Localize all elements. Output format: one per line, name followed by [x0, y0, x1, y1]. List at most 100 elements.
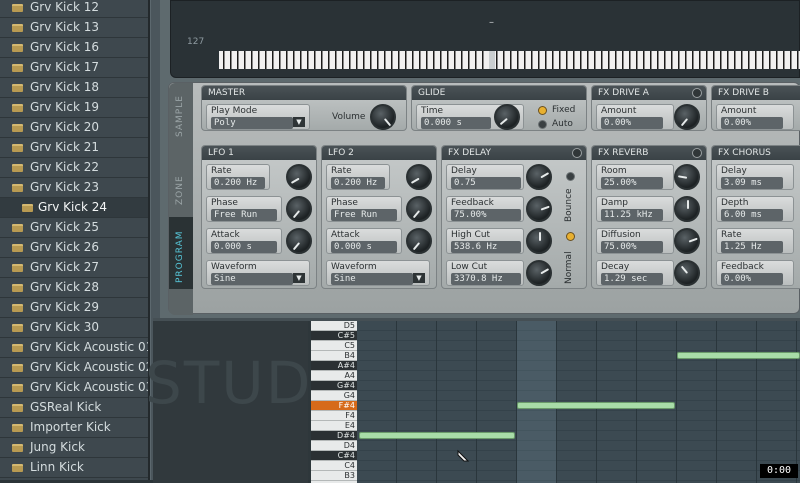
play-mode-box[interactable]: Play Mode Poly ▼	[206, 104, 310, 130]
piano-key[interactable]: B4	[311, 351, 357, 361]
diffusion-box[interactable]: Diffusion 75.00%	[596, 228, 674, 254]
browser-item[interactable]: Linn Kick	[0, 458, 148, 478]
lfo1-waveform-value[interactable]: Sine	[211, 273, 293, 285]
chorus-depth-box[interactable]: Depth 6.00 ms	[716, 196, 794, 222]
auto-radio[interactable]	[538, 120, 547, 129]
browser-item[interactable]: Grv Kick 29	[0, 298, 148, 318]
damp-knob[interactable]	[674, 196, 700, 222]
browser-item[interactable]: Grv Kick 27	[0, 258, 148, 278]
browser-item[interactable]: Grv Kick 24	[0, 198, 148, 218]
tab-program[interactable]: PROGRAM	[169, 217, 193, 289]
chorus-feedback-value[interactable]: 0.00%	[721, 273, 783, 285]
piano-key[interactable]: D4	[311, 441, 357, 451]
drive-b-amount-box[interactable]: Amount 0.00%	[716, 104, 794, 130]
browser-item[interactable]: Grv Kick 23	[0, 178, 148, 198]
lfo1-phase-box[interactable]: Phase Free Run	[206, 196, 282, 222]
browser-item[interactable]: Grv Kick Acoustic 02	[0, 358, 148, 378]
drive-a-amount-value[interactable]: 0.00%	[601, 117, 663, 129]
diffusion-knob[interactable]	[674, 228, 700, 254]
piano-key[interactable]: D5	[311, 321, 357, 331]
piano-key[interactable]: C#4	[311, 451, 357, 461]
chorus-delay-box[interactable]: Delay 3.09 ms	[716, 164, 794, 190]
browser-item[interactable]: Grv Kick 20	[0, 118, 148, 138]
decay-value[interactable]: 1.29 sec	[601, 273, 663, 285]
highcut-knob[interactable]	[526, 228, 552, 254]
normal-radio[interactable]	[566, 232, 575, 241]
lfo2-attack-value[interactable]: 0.000 s	[331, 241, 397, 253]
power-icon[interactable]	[692, 148, 702, 158]
delay-box[interactable]: Delay 0.75	[446, 164, 524, 190]
lowcut-box[interactable]: Low Cut 3370.8 Hz	[446, 260, 524, 286]
highcut-value[interactable]: 538.6 Hz	[451, 241, 521, 253]
lfo2-attack-knob[interactable]	[406, 228, 432, 254]
play-mode-value[interactable]: Poly	[211, 117, 293, 129]
chevron-down-icon[interactable]: ▼	[293, 273, 305, 283]
drive-a-amount-box[interactable]: Amount 0.00%	[596, 104, 674, 130]
lfo1-rate-box[interactable]: Rate 0.200 Hz	[206, 164, 270, 190]
delay-feedback-box[interactable]: Feedback 75.00%	[446, 196, 524, 222]
chevron-down-icon[interactable]: ▼	[413, 273, 425, 283]
piano-key[interactable]: C4	[311, 461, 357, 471]
file-browser[interactable]: Grv Kick 12 Grv Kick 13 Grv Kick 16 Grv Kic…	[0, 0, 150, 480]
piano-key[interactable]: G#4	[311, 381, 357, 391]
lfo2-phase-box[interactable]: Phase Free Run	[326, 196, 402, 222]
piano-key[interactable]: D#4	[311, 431, 357, 441]
lfo1-rate-knob[interactable]	[286, 164, 312, 190]
chorus-feedback-box[interactable]: Feedback 0.00%	[716, 260, 794, 286]
chorus-depth-value[interactable]: 6.00 ms	[721, 209, 783, 221]
browser-item[interactable]: Grv Kick 17	[0, 58, 148, 78]
lfo1-phase-value[interactable]: Free Run	[211, 209, 277, 221]
note-d#4[interactable]	[359, 432, 515, 439]
piano-roll-keys[interactable]: D5 C#5 C5 B4 A#4 A4 G#4 G4 F#4 F4 E4 D#4 D4 C#4 C4 B3	[311, 321, 357, 483]
lowcut-value[interactable]: 3370.8 Hz	[451, 273, 521, 285]
note-b4[interactable]	[677, 352, 800, 359]
lfo2-rate-box[interactable]: Rate 0.200 Hz	[326, 164, 390, 190]
lfo1-attack-value[interactable]: 0.000 s	[211, 241, 277, 253]
drive-b-amount-value[interactable]: 0.00%	[721, 117, 783, 129]
note-f#4[interactable]	[517, 402, 675, 409]
delay-value[interactable]: 0.75	[451, 177, 521, 189]
browser-item[interactable]: Grv Kick 26	[0, 238, 148, 258]
piano-key[interactable]: A4	[311, 371, 357, 381]
tab-zone[interactable]: ZONE	[169, 145, 193, 215]
lfo2-phase-knob[interactable]	[406, 196, 432, 222]
lowcut-knob[interactable]	[526, 260, 552, 286]
browser-item[interactable]: Grv Kick 30	[0, 318, 148, 338]
browser-item[interactable]: Grv Kick Acoustic 01	[0, 338, 148, 358]
lfo2-rate-value[interactable]: 0.200 Hz	[331, 177, 385, 189]
browser-item[interactable]: Importer Kick	[0, 418, 148, 438]
chorus-rate-value[interactable]: 1.25 Hz	[721, 241, 783, 253]
browser-item[interactable]: Grv Kick 13	[0, 18, 148, 38]
browser-item[interactable]: Grv Kick 19	[0, 98, 148, 118]
volume-knob[interactable]	[370, 104, 396, 130]
browser-item[interactable]: Grv Kick 18	[0, 78, 148, 98]
bounce-radio[interactable]	[566, 172, 575, 181]
lfo1-phase-knob[interactable]	[286, 196, 312, 222]
browser-item[interactable]: Grv Kick 22	[0, 158, 148, 178]
lfo2-attack-box[interactable]: Attack 0.000 s	[326, 228, 402, 254]
room-box[interactable]: Room 25.00%	[596, 164, 674, 190]
delay-feedback-knob[interactable]	[526, 196, 552, 222]
damp-value[interactable]: 11.25 kHz	[601, 209, 663, 221]
note-grid[interactable]	[357, 321, 800, 483]
highcut-box[interactable]: High Cut 538.6 Hz	[446, 228, 524, 254]
delay-feedback-value[interactable]: 75.00%	[451, 209, 521, 221]
piano-key[interactable]: F4	[311, 411, 357, 421]
browser-item[interactable]: GSReal Kick	[0, 398, 148, 418]
room-value[interactable]: 25.00%	[601, 177, 663, 189]
browser-item[interactable]: Grv Kick 21	[0, 138, 148, 158]
lfo1-rate-value[interactable]: 0.200 Hz	[211, 177, 265, 189]
damp-box[interactable]: Damp 11.25 kHz	[596, 196, 674, 222]
glide-time-knob[interactable]	[494, 104, 520, 130]
piano-key[interactable]: E4	[311, 421, 357, 431]
fixed-radio[interactable]	[538, 106, 547, 115]
browser-item[interactable]: Grv Kick Acoustic 03	[0, 378, 148, 398]
browser-item[interactable]: Grv Kick 28	[0, 278, 148, 298]
piano-key[interactable]: C5	[311, 341, 357, 351]
lfo2-waveform-value[interactable]: Sine	[331, 273, 413, 285]
piano-key[interactable]: C#5	[311, 331, 357, 341]
drive-a-amount-knob[interactable]	[674, 104, 700, 130]
lfo1-attack-box[interactable]: Attack 0.000 s	[206, 228, 282, 254]
diffusion-value[interactable]: 75.00%	[601, 241, 663, 253]
mini-keyboard[interactable]	[219, 51, 800, 69]
